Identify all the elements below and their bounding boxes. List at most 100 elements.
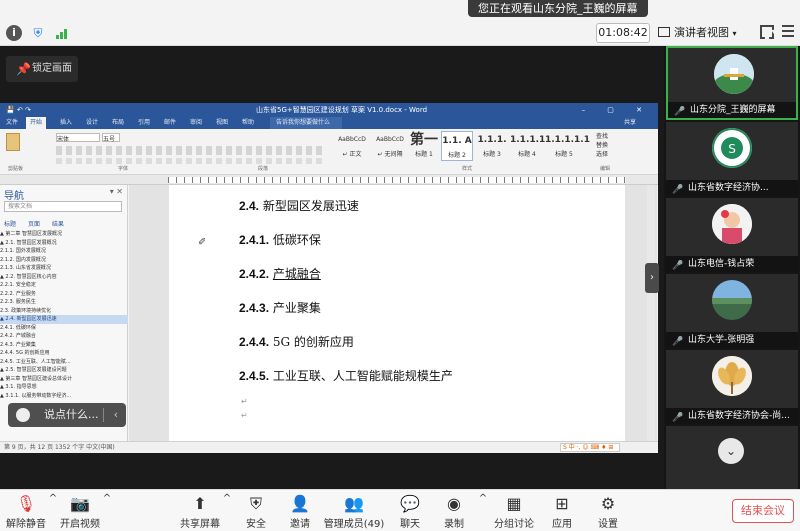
microphone-muted-icon: 🎤 [672,337,684,347]
shield-icon[interactable]: ⛨ [30,25,46,41]
grid-icon [658,27,670,37]
replace-button[interactable]: 替换 [596,141,608,150]
fullscreen-icon[interactable] [760,25,774,39]
vertical-scrollbar[interactable] [647,185,655,441]
nav-item-active[interactable]: ▲ 2.4. 新型园区发展迅速 [0,315,128,324]
participant-tile[interactable]: 🎤 山东分院_王巍的屏幕 [666,46,798,120]
document-canvas: 2.4. 新型园区发展迅速 2.4.1. 低碳环保 2.4.2. 产城融合 2.… [129,185,657,441]
nav-item[interactable]: 2.1.3. 山东省发展概况 [0,264,128,273]
end-meeting-button[interactable]: 结束会议 [732,499,794,523]
participant-tile[interactable]: 🎤 山东电信-钱占荣 [666,198,798,272]
nav-tab-headings[interactable]: 标题 [4,221,16,228]
tab-insert[interactable]: 插入 [60,117,72,129]
tab-design[interactable]: 设计 [86,117,98,129]
style-heading-4[interactable]: 1.1.1.1 标题 4 [510,131,545,161]
ribbon-tabs: 文件 开始 插入 设计 布局 引用 邮件 审阅 视图 帮助 告诉我你想要做什么 … [0,117,658,129]
nav-item[interactable]: 2.4.1. 低碳环保 [0,324,128,333]
nav-item[interactable]: ▲ 2.1. 智慧园区发展概况 [0,239,128,248]
nav-item[interactable]: 2.4.3. 产业聚集 [0,341,128,350]
avatar [712,280,752,320]
format-buttons[interactable] [56,146,326,155]
nav-item[interactable]: 2.2.2. 产业服务 [0,290,128,299]
participant-tile[interactable]: 🎤 山东省数字经济协会-尚... [666,350,798,424]
nav-item[interactable]: 2.2.3. 服务民生 [0,298,128,307]
chevron-left-icon[interactable]: ‹ [114,403,118,427]
nav-item[interactable]: ▲ 3.1. 指导思想 [0,383,128,392]
collapse-panel-button[interactable]: › [645,263,659,293]
nav-tab-results[interactable]: 结果 [52,221,64,228]
nav-heading-list: ▲ 第二章 智慧园区发展概况 ▲ 2.1. 智慧园区发展概况 2.1.1. 国外… [0,230,128,400]
nav-item[interactable]: 2.3. 政策环境持续优化 [0,307,128,316]
nav-item[interactable]: ▲ 2.2. 智慧园区核心内容 [0,273,128,282]
record-icon: ◉ [447,494,461,513]
paragraph-buttons[interactable] [56,158,326,164]
tab-view[interactable]: 视图 [216,117,228,129]
select-button[interactable]: 选择 [596,150,608,159]
tell-me-search[interactable]: 告诉我你想要做什么 [270,117,342,129]
heading-2-4-5: 2.4.5. 工业互联、人工智能赋能规模生产 [239,369,453,383]
nav-item[interactable]: 2.2.1. 安全稳定 [0,281,128,290]
ime-toolbar[interactable]: S 中 ·, ☺ ⌨ ♦ ⊞ [560,443,620,452]
share-screen-icon: ⬆ [193,494,207,513]
participant-tile[interactable]: S 🎤 山东省数字经济协... [666,122,798,196]
tab-file[interactable]: 文件 [6,117,18,129]
participant-tile[interactable]: 🎤 山东大学-张明强 [666,274,798,348]
nav-item[interactable]: 2.4.5. 工业互联、人工智能赋... [0,358,128,367]
style-heading-5[interactable]: 1.1.1.1.1 标题 5 [545,131,590,161]
close-icon[interactable]: ▾ ✕ [110,187,123,196]
lock-view-button[interactable]: 📌 锁定画面 [6,56,78,82]
nav-item[interactable]: ▲ 第二章 智慧园区发展概况 [0,230,128,239]
nav-tab-pages[interactable]: 页面 [28,221,40,228]
nav-item[interactable]: 2.4.2. 产城融合 [0,332,128,341]
heading-2-4: 2.4. 新型园区发展迅速 [239,199,359,213]
record-button[interactable]: ◉ 录制 [424,493,484,530]
mouse-cursor-icon: ✐ [198,237,207,248]
tab-review[interactable]: 审阅 [190,117,202,129]
menu-icon[interactable] [782,25,794,39]
nav-item[interactable]: ▲ 2.5. 智慧园区发展建设问题 [0,366,128,375]
tab-help[interactable]: 帮助 [242,117,254,129]
document-page[interactable]: 2.4. 新型园区发展迅速 2.4.1. 低碳环保 2.4.2. 产城融合 2.… [169,185,625,441]
font-size-select[interactable]: 五号 [102,133,120,143]
nav-item[interactable]: ▲ 3.1.1. 以服务带动数字经济... [0,392,128,401]
heading-2-4-2: 2.4.2. 产城融合 [239,267,321,281]
style-normal[interactable]: AaBbCcD ↵ 正文 [334,131,370,161]
participant-tile[interactable]: ⌄ [666,426,798,489]
tab-mailings[interactable]: 邮件 [164,117,176,129]
nav-item[interactable]: 2.1.2. 国内发展概况 [0,256,128,265]
avatar [712,356,752,396]
nav-item[interactable]: ▲ 第三章 智慧园区建设总体设计 [0,375,128,384]
signal-icon[interactable] [54,25,70,41]
comment-input[interactable]: 说点什么... ‹ [8,403,126,427]
paste-icon[interactable] [6,133,20,151]
view-mode-select[interactable]: 演讲者视图 ▾ [658,23,750,43]
nav-item[interactable]: 2.1.1. 国外发展概况 [0,247,128,256]
tab-references[interactable]: 引用 [138,117,150,129]
tab-home[interactable]: 开始 [26,117,47,129]
avatar: S [712,128,752,168]
settings-button[interactable]: ⚙ 设置 [578,493,638,530]
chevron-up-icon[interactable]: ^ [102,493,112,504]
meeting-timer: 01:08:42 [596,23,650,43]
window-controls[interactable]: – ▢ ✕ [582,103,652,117]
share-screen-button[interactable]: ⬆ 共享屏幕 [170,493,230,530]
share-button[interactable]: 共享 [624,117,636,129]
save-icon[interactable]: 💾 ↶ ↷ [6,103,31,117]
editing-group: 查找 替换 选择 [596,132,608,159]
chat-bubble-icon [16,408,30,422]
nav-search-input[interactable]: 搜索文档 [4,201,122,212]
style-heading-2[interactable]: 1.1. A 标题 2 [441,131,473,161]
style-heading-3[interactable]: 1.1.1. 标题 3 [475,131,509,161]
info-icon[interactable]: i [6,25,22,41]
avatar [712,204,752,244]
tab-layout[interactable]: 布局 [112,117,124,129]
style-heading-1[interactable]: 第一 标题 1 [408,131,440,161]
viewing-banner: 您正在观看山东分院_王巍的屏幕 [468,0,648,17]
nav-item[interactable]: 2.4.4. 5G 的创新应用 [0,349,128,358]
participant-name: 🎤 山东大学-张明强 [666,332,798,348]
start-video-button[interactable]: 📷 开启视频 [50,493,110,530]
find-button[interactable]: 查找 [596,132,608,141]
svg-text:S: S [728,142,736,156]
style-no-spacing[interactable]: AaBbCcD ↵ 无间隔 [372,131,408,161]
font-name-select[interactable]: 宋体 [56,133,100,143]
